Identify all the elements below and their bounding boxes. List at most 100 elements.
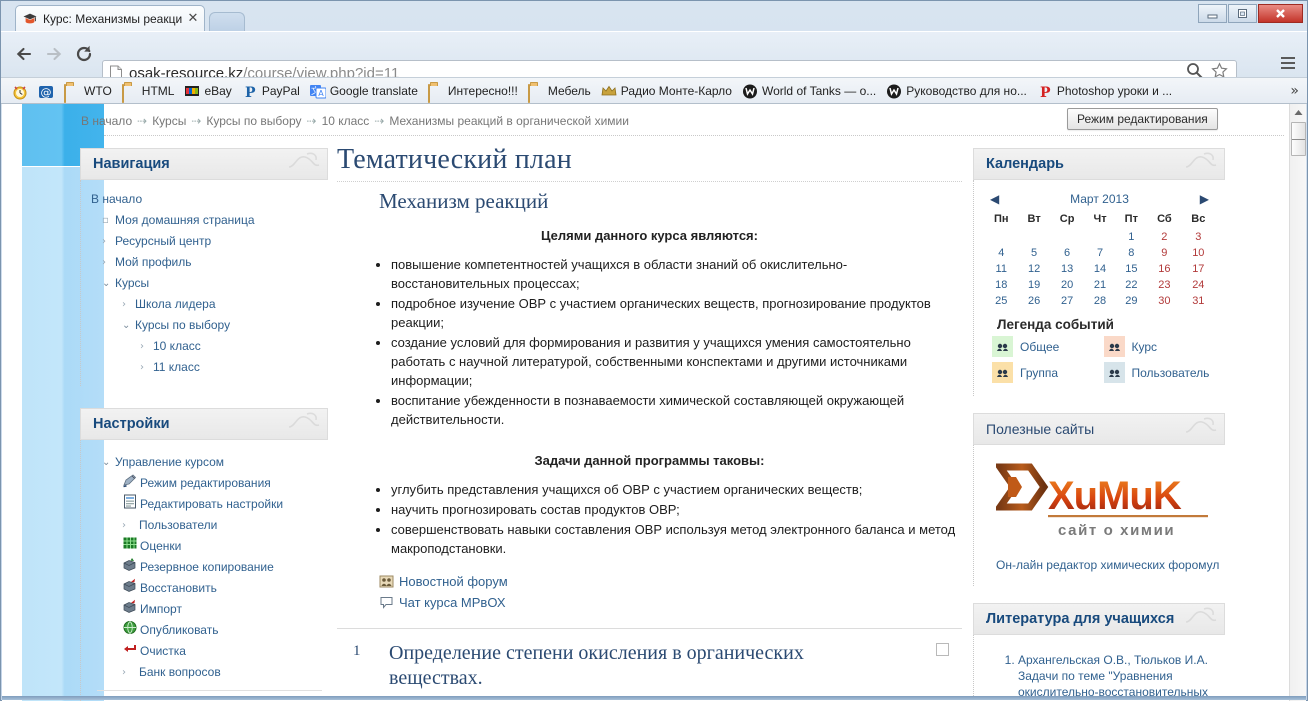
resource-link-chat[interactable]: Чат курса МРвОХ	[379, 593, 962, 612]
reload-button[interactable]	[69, 39, 99, 69]
chevron-down-icon[interactable]: ⌄	[102, 273, 115, 294]
calendar-day[interactable]: 3	[1182, 229, 1215, 245]
calendar-day[interactable]: 22	[1116, 277, 1148, 293]
useful-sites-link[interactable]: Он-лайн редактор химических форомул	[996, 558, 1221, 572]
sidebar-item-question-bank[interactable]: › Банк вопросов	[91, 662, 324, 683]
sidebar-item-leader-school[interactable]: › Школа лидера	[91, 294, 324, 315]
sidebar-item-course-administration[interactable]: ⌄ Управление курсом	[91, 452, 324, 473]
bookmark-item-furniture[interactable]: Мебель	[523, 80, 596, 103]
sidebar-item-my-profile[interactable]: › Мой профиль	[91, 252, 324, 273]
calendar-day[interactable]: 14	[1084, 261, 1115, 277]
resource-link-news-forum[interactable]: Новостной форум	[379, 572, 962, 591]
bookmark-item[interactable]	[7, 80, 33, 101]
sidebar-item-restore[interactable]: Восстановить	[91, 578, 324, 599]
bookmark-item-ebay[interactable]: eBay	[179, 80, 236, 101]
sidebar-item-edit-mode[interactable]: Режим редактирования	[91, 473, 324, 494]
calendar-day[interactable]: 18	[984, 277, 1019, 293]
calendar-day[interactable]: 2	[1147, 229, 1182, 245]
chevron-right-icon[interactable]: ›	[102, 231, 115, 252]
calendar-day[interactable]: 30	[1147, 293, 1182, 309]
calendar-day[interactable]: 27	[1050, 293, 1085, 309]
sidebar-item-grade-11[interactable]: › 11 класс	[91, 357, 324, 378]
calendar-day[interactable]: 15	[1116, 261, 1148, 277]
sidebar-item-elective-courses[interactable]: ⌄ Курсы по выбору	[91, 315, 324, 336]
breadcrumb-item-elective-courses[interactable]: Курсы по выбору	[206, 114, 301, 128]
sidebar-item-home[interactable]: В начало	[91, 189, 324, 210]
browser-tab[interactable]: Курс: Механизмы реакци ✕	[15, 5, 205, 31]
calendar-day[interactable]: 20	[1050, 277, 1085, 293]
calendar-day[interactable]: 31	[1182, 293, 1215, 309]
close-icon[interactable]: ✕	[186, 11, 200, 26]
calendar-day[interactable]: 17	[1182, 261, 1215, 277]
bookmark-item-html[interactable]: HTML	[117, 80, 180, 103]
bookmark-item-radio-monte-carlo[interactable]: Радио Монте-Карло	[596, 80, 737, 101]
chevron-right-icon[interactable]: ›	[102, 252, 115, 273]
chevron-right-icon[interactable]: ›	[122, 662, 139, 683]
calendar-day[interactable]: 1	[1116, 229, 1148, 245]
xumuk-logo[interactable]: XuMuK сайт о химии	[993, 463, 1214, 547]
bookmarks-overflow-button[interactable]: »	[1290, 83, 1307, 99]
close-button[interactable]	[1258, 4, 1303, 23]
bookmark-item-interesting[interactable]: Интересно!!!	[423, 80, 523, 103]
bookmark-item-paypal[interactable]: P PayPal	[237, 80, 305, 101]
calendar-day[interactable]: 10	[1182, 245, 1215, 261]
calendar-day[interactable]: 12	[1019, 261, 1050, 277]
bookmark-item-world-of-tanks[interactable]: World of Tanks — о...	[737, 80, 881, 101]
chevron-right-icon[interactable]: ›	[140, 336, 153, 357]
calendar-day[interactable]: 28	[1084, 293, 1115, 309]
calendar-day[interactable]: 4	[984, 245, 1019, 261]
chevron-right-icon[interactable]: ›	[122, 294, 135, 315]
scroll-up-button[interactable]	[1290, 104, 1306, 121]
bookmark-item[interactable]: @	[33, 80, 59, 101]
sidebar-item-resource-center[interactable]: › Ресурсный центр	[91, 231, 324, 252]
calendar-day[interactable]: 21	[1084, 277, 1115, 293]
sidebar-item-backup[interactable]: Резервное копирование	[91, 557, 324, 578]
calendar-day[interactable]: 26	[1019, 293, 1050, 309]
breadcrumb-item-home[interactable]: В начало	[81, 114, 132, 128]
sidebar-item-edit-settings[interactable]: Редактировать настройки	[91, 494, 324, 515]
chevron-down-icon[interactable]: ⌄	[102, 452, 115, 473]
back-button[interactable]	[9, 39, 39, 69]
calendar-day[interactable]: 24	[1182, 277, 1215, 293]
calendar-day[interactable]: 5	[1019, 245, 1050, 261]
chevron-down-icon[interactable]: ⌄	[122, 315, 135, 336]
sidebar-item-my-home[interactable]: ▫ Моя домашняя страница	[91, 210, 324, 231]
sidebar-item-reset[interactable]: Очистка	[91, 641, 324, 662]
scrollbar-thumb[interactable]	[1291, 122, 1306, 156]
sidebar-item-grades[interactable]: Оценки	[91, 536, 324, 557]
page-scrollbar[interactable]	[1289, 104, 1306, 701]
forward-button[interactable]	[39, 39, 69, 69]
calendar-day[interactable]: 19	[1019, 277, 1050, 293]
calendar-day[interactable]: 8	[1116, 245, 1148, 261]
calendar-prev-month-button[interactable]: ◀	[990, 192, 999, 206]
chevron-right-icon[interactable]: ›	[140, 357, 153, 378]
hamburger-menu-icon[interactable]	[1275, 50, 1301, 76]
sidebar-item-publish[interactable]: Опубликовать	[91, 620, 324, 641]
calendar-day[interactable]: 29	[1116, 293, 1148, 309]
calendar-day[interactable]: 6	[1050, 245, 1085, 261]
sidebar-item-grade-10[interactable]: › 10 класс	[91, 336, 324, 357]
edit-mode-button[interactable]: Режим редактирования	[1067, 108, 1218, 130]
sidebar-item-users[interactable]: › Пользователи	[91, 515, 324, 536]
calendar-day[interactable]: 16	[1147, 261, 1182, 277]
breadcrumb-item-grade-10[interactable]: 10 класс	[322, 114, 370, 128]
section-highlight-toggle[interactable]	[936, 643, 949, 656]
bookmark-item-wto[interactable]: WTO	[59, 80, 117, 103]
bookmark-item-photoshop[interactable]: P Photoshop уроки и ...	[1032, 80, 1177, 101]
sidebar-item-import[interactable]: Импорт	[91, 599, 324, 620]
bookmark-item-guide-for-newbies[interactable]: Руководство для но...	[881, 80, 1032, 101]
calendar-day[interactable]: 7	[1084, 245, 1115, 261]
new-tab-button[interactable]	[209, 12, 245, 31]
calendar-day[interactable]: 11	[984, 261, 1019, 277]
bookmark-item-google-translate[interactable]: 文A Google translate	[305, 80, 423, 101]
calendar-next-month-button[interactable]: ▶	[1200, 192, 1209, 206]
calendar-day[interactable]: 13	[1050, 261, 1085, 277]
calendar-day[interactable]: 25	[984, 293, 1019, 309]
breadcrumb-item-courses[interactable]: Курсы	[152, 114, 186, 128]
calendar-day[interactable]: 23	[1147, 277, 1182, 293]
calendar-day[interactable]: 9	[1147, 245, 1182, 261]
chevron-right-icon[interactable]: ›	[122, 515, 139, 536]
maximize-button[interactable]	[1228, 4, 1257, 23]
minimize-button[interactable]	[1198, 4, 1227, 23]
sidebar-item-courses[interactable]: ⌄ Курсы	[91, 273, 324, 294]
